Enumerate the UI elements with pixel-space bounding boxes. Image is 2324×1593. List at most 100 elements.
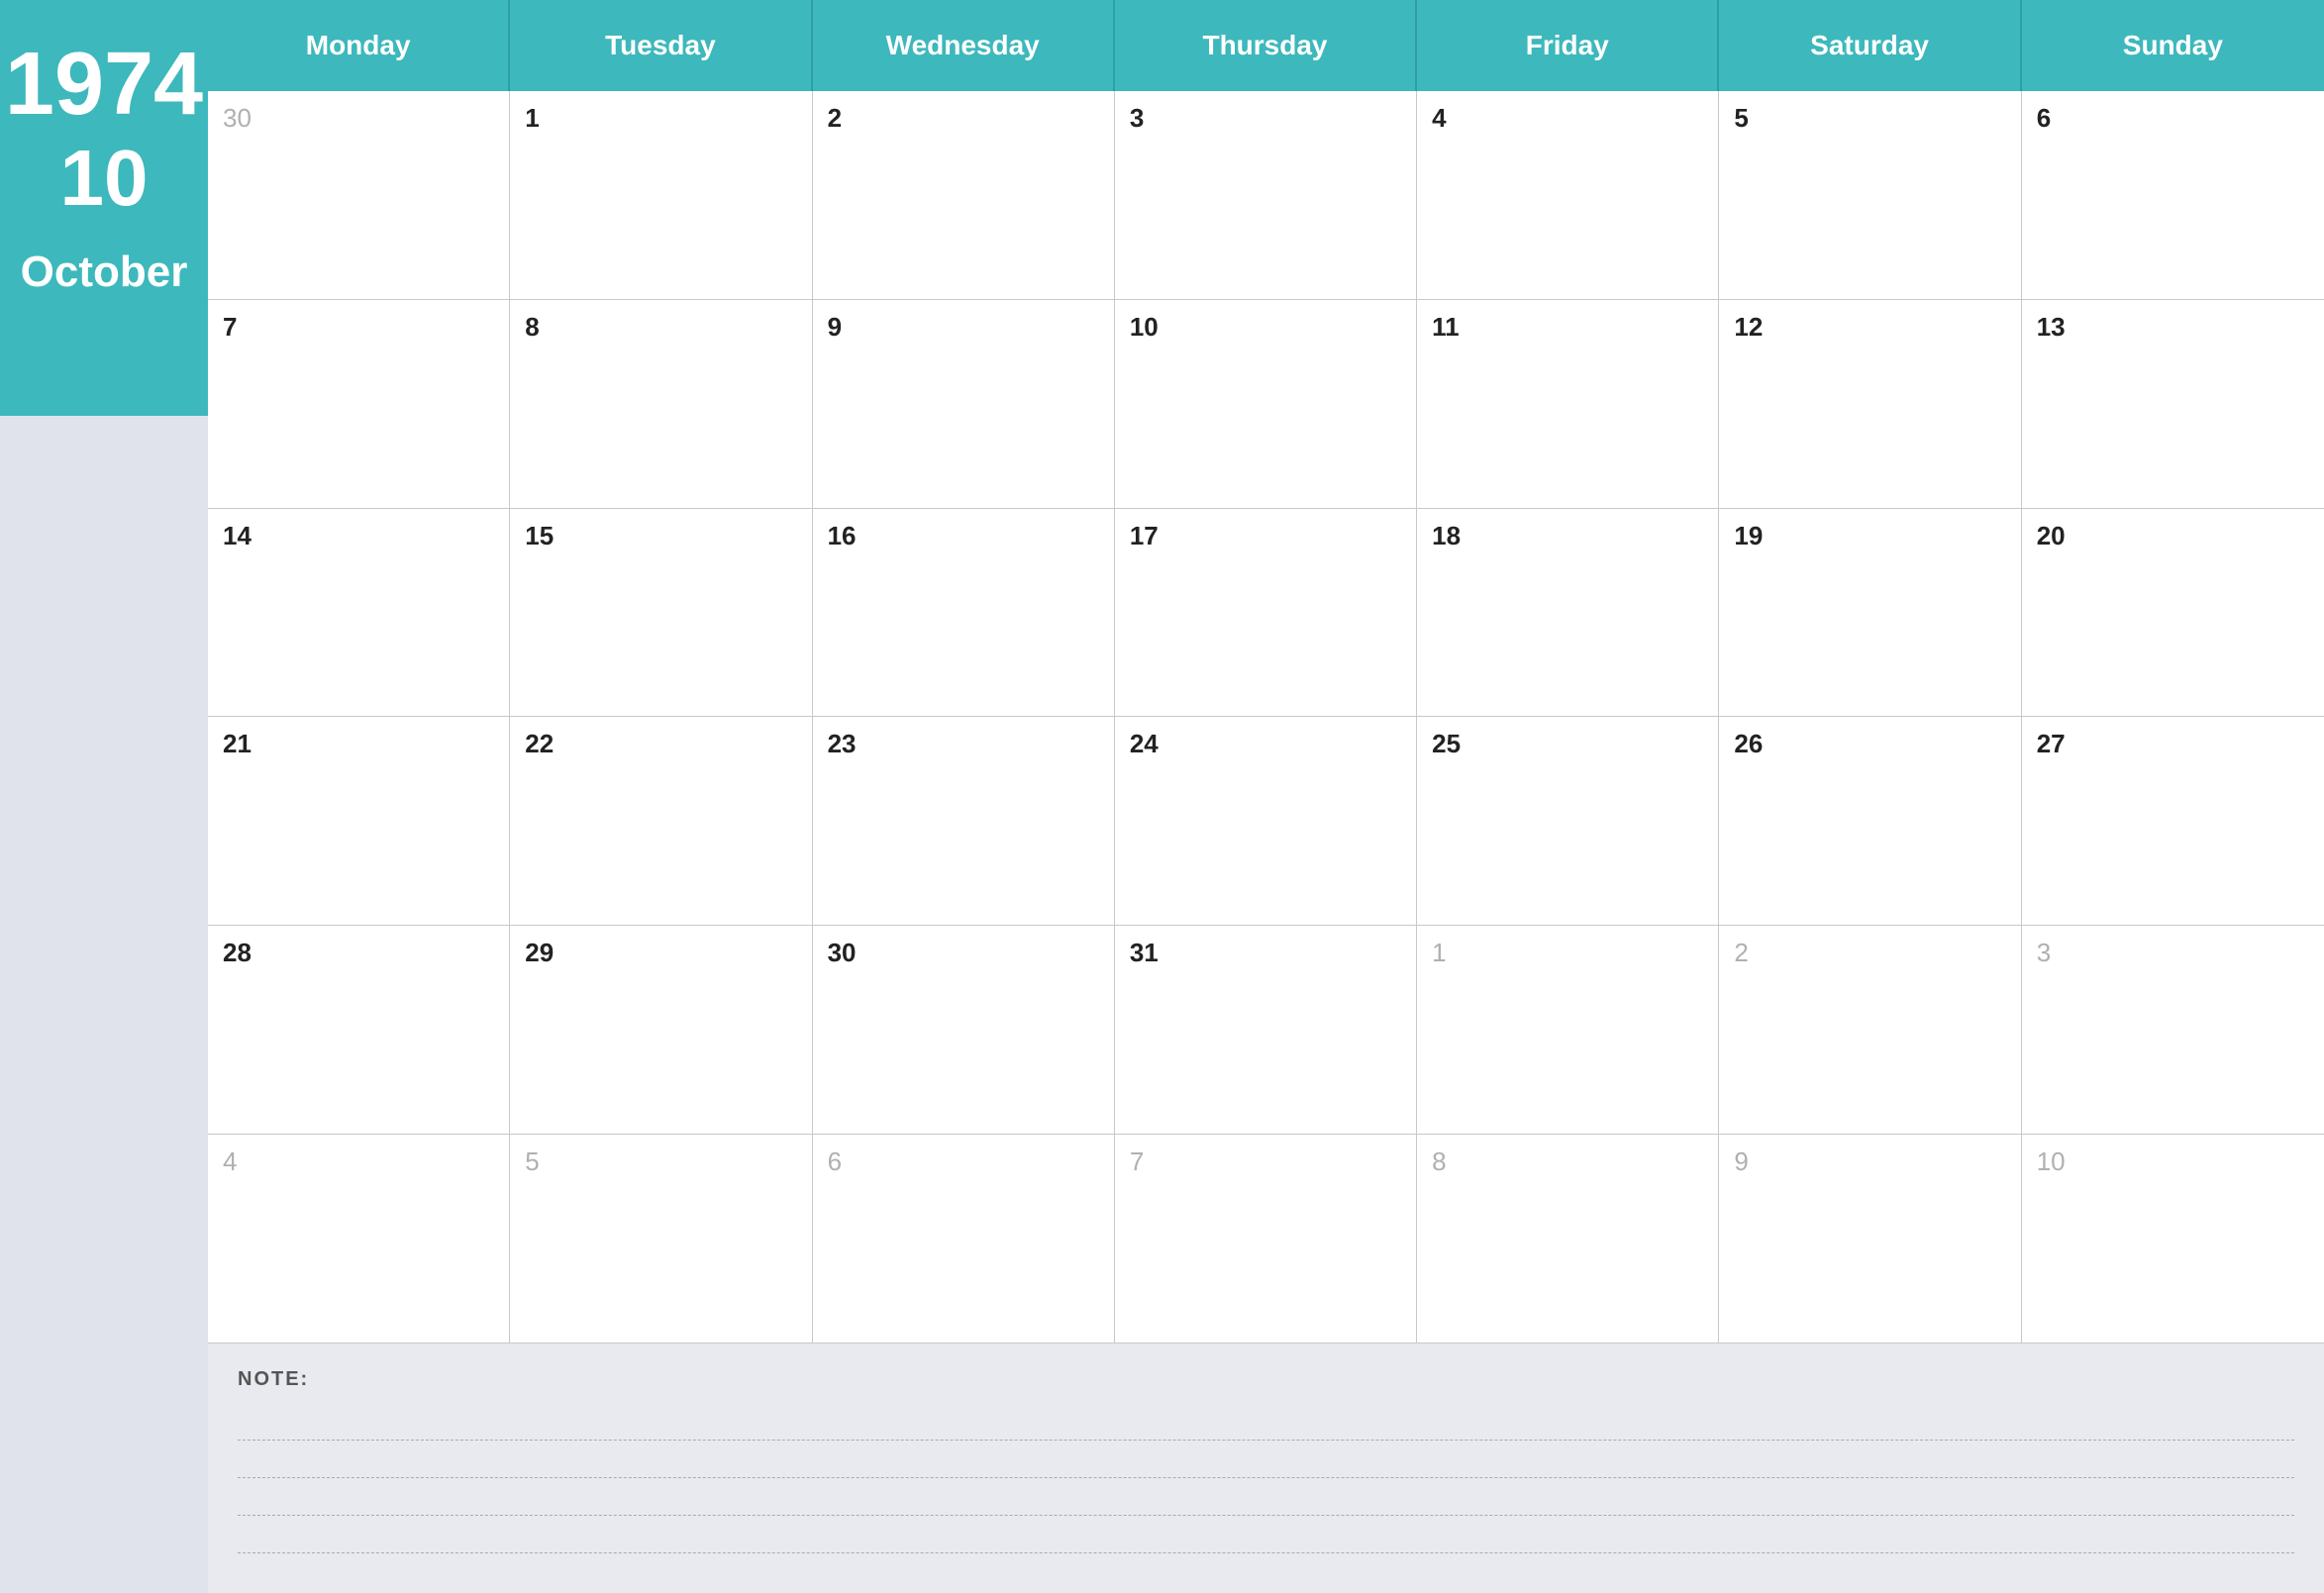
calendar-cell[interactable]: 5	[1719, 91, 2021, 300]
cell-day-number: 30	[828, 938, 857, 967]
calendar-cell[interactable]: 13	[2022, 300, 2324, 509]
calendar-cell[interactable]: 9	[1719, 1135, 2021, 1344]
cell-day-number: 7	[1130, 1146, 1144, 1176]
calendar-cell[interactable]: 31	[1115, 926, 1417, 1135]
calendar-cell[interactable]: 3	[2022, 926, 2324, 1135]
calendar-cell[interactable]: 29	[510, 926, 812, 1135]
calendar-cell[interactable]: 17	[1115, 509, 1417, 718]
note-label: NOTE:	[238, 1368, 2294, 1391]
sidebar: 1974 10 October	[0, 0, 208, 1593]
calendar-cell[interactable]: 4	[1417, 91, 1719, 300]
cell-day-number: 8	[525, 312, 539, 342]
cell-day-number: 1	[525, 103, 539, 133]
calendar-cell[interactable]: 12	[1719, 300, 2021, 509]
calendar-cell[interactable]: 3	[1115, 91, 1417, 300]
day-header-thursday: Thursday	[1115, 0, 1417, 91]
cell-day-number: 9	[1734, 1146, 1748, 1176]
cell-day-number: 2	[828, 103, 842, 133]
calendar-cell[interactable]: 18	[1417, 509, 1719, 718]
calendar-cell[interactable]: 26	[1719, 717, 2021, 926]
calendar-cell[interactable]: 8	[510, 300, 812, 509]
day-header-wednesday: Wednesday	[813, 0, 1115, 91]
calendar-cell[interactable]: 24	[1115, 717, 1417, 926]
calendar-cell[interactable]: 19	[1719, 509, 2021, 718]
cell-day-number: 9	[828, 312, 842, 342]
cell-day-number: 23	[828, 729, 857, 758]
note-line-4	[238, 1516, 2294, 1553]
cell-day-number: 7	[223, 312, 237, 342]
cell-day-number: 14	[223, 521, 252, 550]
cell-day-number: 18	[1432, 521, 1461, 550]
cell-day-number: 4	[223, 1146, 237, 1176]
cell-day-number: 25	[1432, 729, 1461, 758]
calendar-cell[interactable]: 30	[208, 91, 510, 300]
cell-day-number: 2	[1734, 938, 1748, 967]
calendar-cell[interactable]: 4	[208, 1135, 510, 1344]
sidebar-year: 1974	[5, 40, 203, 129]
cell-day-number: 20	[2037, 521, 2066, 550]
calendar-cell[interactable]: 8	[1417, 1135, 1719, 1344]
calendar-cell[interactable]: 30	[813, 926, 1115, 1135]
calendar-cell[interactable]: 16	[813, 509, 1115, 718]
calendar-cell[interactable]: 5	[510, 1135, 812, 1344]
cell-day-number: 28	[223, 938, 252, 967]
cell-day-number: 26	[1734, 729, 1763, 758]
day-header-friday: Friday	[1417, 0, 1719, 91]
calendar-cell[interactable]: 1	[1417, 926, 1719, 1135]
cell-day-number: 29	[525, 938, 554, 967]
calendar-cell[interactable]: 25	[1417, 717, 1719, 926]
cell-day-number: 21	[223, 729, 252, 758]
calendar-cell[interactable]: 23	[813, 717, 1115, 926]
day-header-saturday: Saturday	[1719, 0, 2021, 91]
calendar-cell[interactable]: 6	[2022, 91, 2324, 300]
calendar-cell[interactable]: 2	[1719, 926, 2021, 1135]
note-line-1	[238, 1403, 2294, 1441]
calendar-cell[interactable]: 10	[1115, 300, 1417, 509]
sidebar-month-name: October	[21, 248, 188, 297]
cell-day-number: 10	[1130, 312, 1159, 342]
cell-day-number: 31	[1130, 938, 1159, 967]
cell-day-number: 24	[1130, 729, 1159, 758]
cell-day-number: 5	[1734, 103, 1748, 133]
calendar-cell[interactable]: 9	[813, 300, 1115, 509]
cell-day-number: 10	[2037, 1146, 2066, 1176]
cell-day-number: 3	[2037, 938, 2051, 967]
cell-day-number: 6	[2037, 103, 2051, 133]
cell-day-number: 16	[828, 521, 857, 550]
calendar-wrapper: 1974 10 October MondayTuesdayWednesdayTh…	[0, 0, 2324, 1593]
cell-day-number: 6	[828, 1146, 842, 1176]
calendar-cell[interactable]: 28	[208, 926, 510, 1135]
note-line-2	[238, 1441, 2294, 1478]
cell-day-number: 27	[2037, 729, 2066, 758]
calendar-cell[interactable]: 21	[208, 717, 510, 926]
calendar-cell[interactable]: 15	[510, 509, 812, 718]
cell-day-number: 15	[525, 521, 554, 550]
calendar-cell[interactable]: 11	[1417, 300, 1719, 509]
calendar-cell[interactable]: 14	[208, 509, 510, 718]
cell-day-number: 4	[1432, 103, 1446, 133]
cell-day-number: 1	[1432, 938, 1446, 967]
calendar-cell[interactable]: 1	[510, 91, 812, 300]
calendar-cell[interactable]: 27	[2022, 717, 2324, 926]
cell-day-number: 30	[223, 103, 252, 133]
cell-day-number: 13	[2037, 312, 2066, 342]
calendar-grid: 3012345678910111213141516171819202122232…	[208, 91, 2324, 1344]
calendar-cell[interactable]: 20	[2022, 509, 2324, 718]
cell-day-number: 3	[1130, 103, 1144, 133]
calendar-cell[interactable]: 7	[208, 300, 510, 509]
calendar-cell[interactable]: 7	[1115, 1135, 1417, 1344]
calendar-cell[interactable]: 22	[510, 717, 812, 926]
sidebar-month-num: 10	[60, 139, 149, 218]
day-headers: MondayTuesdayWednesdayThursdayFridaySatu…	[208, 0, 2324, 91]
cell-day-number: 11	[1432, 312, 1460, 342]
cell-day-number: 8	[1432, 1146, 1446, 1176]
notes-section: NOTE:	[208, 1344, 2324, 1593]
cell-day-number: 5	[525, 1146, 539, 1176]
cell-day-number: 19	[1734, 521, 1763, 550]
calendar-cell[interactable]: 6	[813, 1135, 1115, 1344]
calendar-cell[interactable]: 10	[2022, 1135, 2324, 1344]
calendar-main: MondayTuesdayWednesdayThursdayFridaySatu…	[208, 0, 2324, 1593]
day-header-tuesday: Tuesday	[510, 0, 812, 91]
calendar-cell[interactable]: 2	[813, 91, 1115, 300]
day-header-monday: Monday	[208, 0, 510, 91]
